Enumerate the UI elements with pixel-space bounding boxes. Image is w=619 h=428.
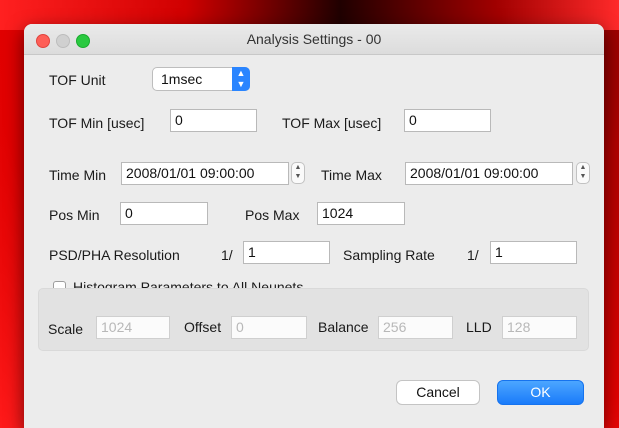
- tof-min-label: TOF Min [usec]: [49, 115, 145, 131]
- ok-button[interactable]: OK: [497, 380, 584, 405]
- sampling-rate-label: Sampling Rate: [343, 247, 435, 263]
- balance-label: Balance: [318, 319, 369, 335]
- lld-field[interactable]: 128: [502, 316, 577, 339]
- psd-resolution-prefix: 1/: [221, 247, 233, 263]
- pos-max-field[interactable]: 1024: [317, 202, 405, 225]
- title-bar: Analysis Settings - 00: [24, 24, 604, 55]
- pos-min-label: Pos Min: [49, 207, 100, 223]
- lld-label: LLD: [466, 319, 492, 335]
- time-min-stepper[interactable]: ▲ ▼: [291, 162, 305, 184]
- tof-unit-label: TOF Unit: [49, 72, 106, 88]
- balance-field[interactable]: 256: [378, 316, 453, 339]
- stepper-icon: ▲ ▼: [579, 164, 587, 180]
- stepper-icon: ▲ ▼: [294, 164, 302, 180]
- time-max-field[interactable]: 2008/01/01 09:00:00: [405, 162, 573, 185]
- sampling-rate-field[interactable]: 1: [490, 241, 577, 264]
- sampling-rate-prefix: 1/: [467, 247, 479, 263]
- tof-unit-value: 1msec: [161, 71, 203, 87]
- tof-max-label: TOF Max [usec]: [282, 115, 382, 131]
- time-min-label: Time Min: [49, 167, 107, 183]
- time-max-stepper[interactable]: ▲ ▼: [576, 162, 590, 184]
- scale-label: Scale: [48, 321, 84, 337]
- cancel-button[interactable]: Cancel: [396, 380, 480, 405]
- time-max-label: Time Max: [321, 167, 382, 183]
- pos-max-label: Pos Max: [245, 207, 300, 223]
- window-title: Analysis Settings - 00: [246, 31, 382, 47]
- offset-label: Offset: [184, 319, 222, 335]
- tof-max-field[interactable]: 0: [404, 109, 491, 132]
- tof-min-field[interactable]: 0: [170, 109, 257, 132]
- psd-resolution-field[interactable]: 1: [243, 241, 330, 264]
- time-min-field[interactable]: 2008/01/01 09:00:00: [121, 162, 289, 185]
- analysis-settings-dialog: Analysis Settings - 00 TOF Unit 1msec ▲ ▼…: [24, 24, 604, 428]
- offset-field[interactable]: 0: [231, 316, 307, 339]
- psd-resolution-label: PSD/PHA Resolution: [49, 247, 180, 263]
- tof-unit-select[interactable]: 1msec ▲ ▼: [152, 67, 250, 91]
- pos-min-field[interactable]: 0: [120, 202, 208, 225]
- scale-field[interactable]: 1024: [96, 316, 170, 339]
- up-down-chevron-icon: ▲ ▼: [232, 67, 250, 91]
